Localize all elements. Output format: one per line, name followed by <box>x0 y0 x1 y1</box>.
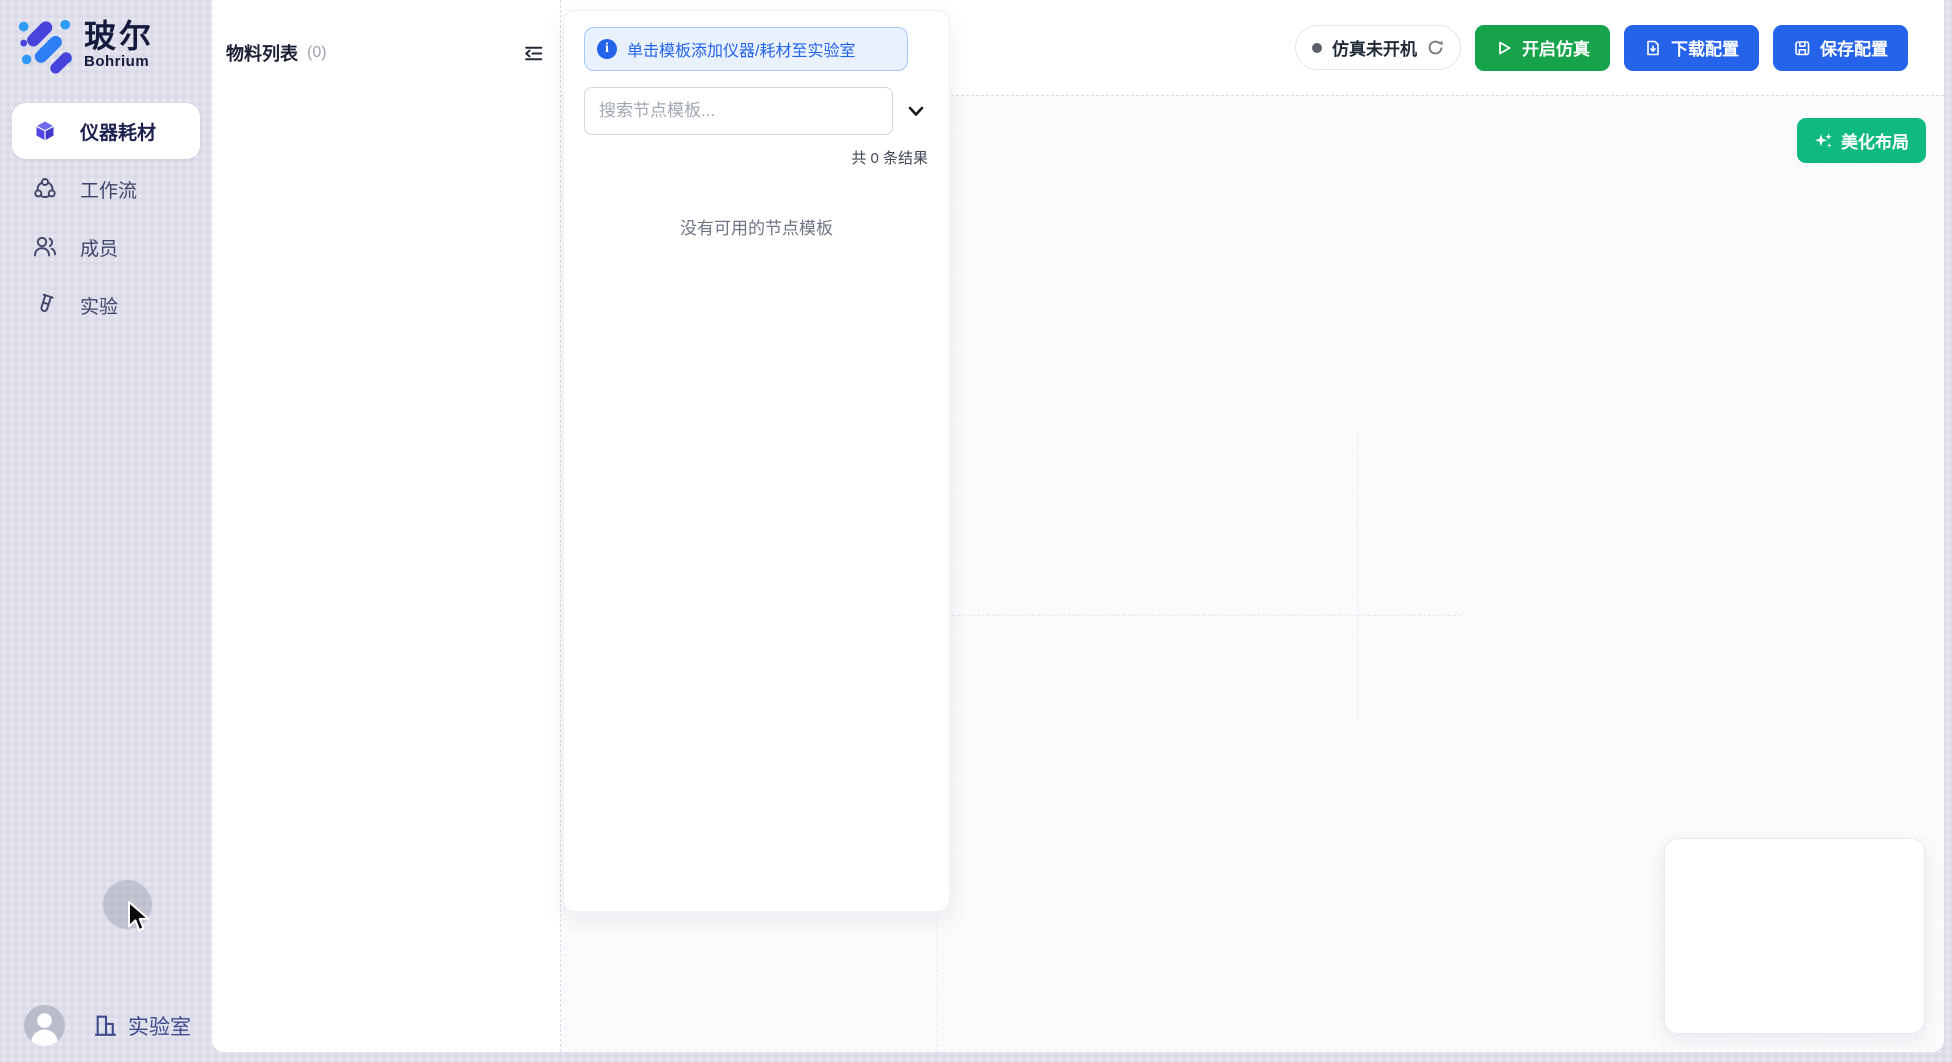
brand-name-en: Bohrium <box>84 53 154 70</box>
refresh-icon[interactable] <box>1427 39 1444 56</box>
cursor-icon <box>126 900 150 939</box>
material-list-count: (0) <box>307 44 327 62</box>
info-icon: i <box>597 39 617 59</box>
sparkles-icon <box>1814 131 1833 150</box>
template-search-input[interactable] <box>584 87 893 135</box>
workflow-icon <box>32 176 58 202</box>
bohrium-logo-icon <box>16 16 74 74</box>
brand: 玻尔 Bohrium <box>0 0 212 74</box>
file-download-icon <box>1644 39 1662 57</box>
material-list-title: 物料列表 <box>226 40 298 66</box>
save-config-button[interactable]: 保存配置 <box>1773 25 1908 71</box>
sidebar-item-label: 实验 <box>80 292 118 319</box>
sim-status-text: 仿真未开机 <box>1332 35 1417 60</box>
sidebar-item-workflow[interactable]: 工作流 <box>12 161 200 217</box>
lab-entry[interactable]: 实验室 <box>92 1011 191 1041</box>
sidebar: 玻尔 Bohrium 仪器耗材 <box>0 0 212 1062</box>
sidebar-item-experiments[interactable]: 实验 <box>12 277 200 333</box>
flow-canvas[interactable]: i 单击模板添加仪器/耗材至实验室 共 0 条结果 没有可用的节点模板 <box>561 96 1944 1052</box>
sidebar-item-members[interactable]: 成员 <box>12 219 200 275</box>
template-empty-text: 没有可用的节点模板 <box>564 214 949 239</box>
cube-icon <box>32 118 58 144</box>
template-hint-text: 单击模板添加仪器/耗材至实验室 <box>627 37 855 61</box>
sim-status-pill: 仿真未开机 <box>1295 25 1461 70</box>
lab-entry-label: 实验室 <box>128 1011 191 1041</box>
sidebar-item-instruments[interactable]: 仪器耗材 <box>12 103 200 159</box>
sidebar-item-label: 工作流 <box>80 176 137 203</box>
sidebar-item-label: 仪器耗材 <box>80 118 156 145</box>
node-template-panel: i 单击模板添加仪器/耗材至实验室 共 0 条结果 没有可用的节点模板 <box>563 10 950 912</box>
status-dot-icon <box>1312 43 1322 53</box>
beautify-layout-button[interactable]: 美化布局 <box>1797 118 1926 163</box>
minimap[interactable] <box>1664 838 1925 1034</box>
start-simulation-button[interactable]: 开启仿真 <box>1475 25 1610 71</box>
avatar[interactable] <box>24 1005 65 1046</box>
canvas-guide-line <box>1357 430 1358 722</box>
building-icon <box>92 1012 119 1039</box>
chevron-down-icon[interactable] <box>906 101 926 121</box>
canvas-guide-line <box>937 615 1461 616</box>
sidebar-item-label: 成员 <box>80 234 118 261</box>
collapse-panel-icon[interactable] <box>522 42 545 65</box>
save-icon <box>1793 39 1811 57</box>
experiment-icon <box>32 292 58 318</box>
download-config-button[interactable]: 下载配置 <box>1624 25 1759 71</box>
template-result-count: 共 0 条结果 <box>564 147 949 168</box>
material-list-panel: 物料列表 (0) <box>212 0 561 1052</box>
members-icon <box>32 234 58 260</box>
content-surface: 物料列表 (0) 物料管理 仿真未开机 <box>212 0 1944 1052</box>
main-area: 物料管理 仿真未开机 <box>561 0 1944 1052</box>
sidebar-nav: 仪器耗材 工作流 成员 <box>0 103 212 333</box>
brand-name-zh: 玻尔 <box>84 20 154 54</box>
template-hint-banner: i 单击模板添加仪器/耗材至实验室 <box>584 27 908 71</box>
play-icon <box>1495 39 1513 57</box>
